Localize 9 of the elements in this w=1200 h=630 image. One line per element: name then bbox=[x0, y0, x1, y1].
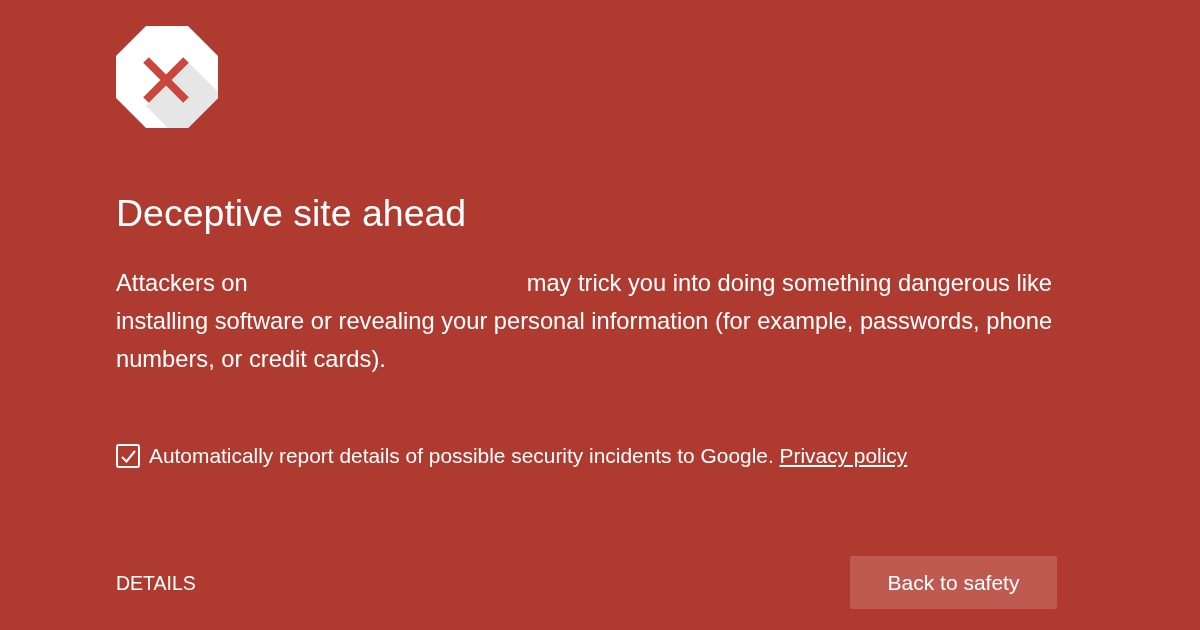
checkmark-icon bbox=[120, 449, 136, 463]
details-link[interactable]: DETAILS bbox=[116, 570, 196, 595]
warning-message: Attackers on may trick you into doing something dangerous like installing software or revealing your personal information (for example, passwords, phone numbers, or credit cards). bbox=[116, 269, 1054, 374]
checkbox[interactable] bbox=[116, 444, 140, 468]
stop-sign-x-icon bbox=[116, 26, 218, 128]
privacy-policy-link[interactable]: Privacy policy bbox=[779, 444, 908, 468]
report-checkbox-label: Automatically report details of possible security incidents to Google. bbox=[149, 444, 774, 468]
back-to-safety-button[interactable]: Back to safety bbox=[850, 556, 1057, 609]
page-heading: Deceptive site ahead bbox=[116, 191, 467, 235]
